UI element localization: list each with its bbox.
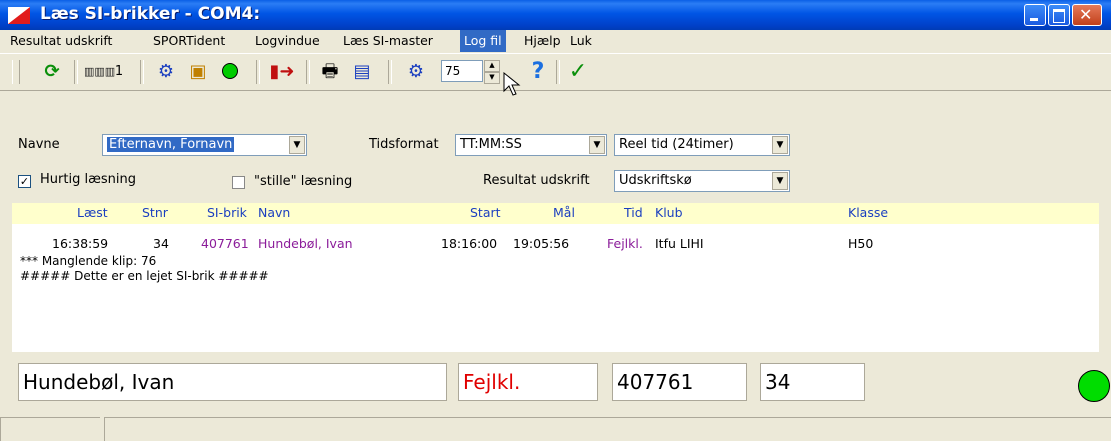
table-header: Læst Stnr SI-brik Navn Start Mål Tid Klu… [12, 203, 1099, 224]
names-value: Efternavn, Fornavn [107, 137, 235, 152]
status-indicator-icon [1078, 370, 1110, 402]
names-combo[interactable]: Efternavn, Fornavn ▼ [102, 134, 307, 156]
close-button[interactable]: ✕ [1072, 4, 1102, 26]
time-mode-combo[interactable]: Reel tid (24timer) ▼ [614, 134, 790, 156]
count-label: 1 [114, 64, 124, 79]
results-list[interactable]: 16:38:59 34 407761 Hundebøl, Ivan 18:16:… [12, 224, 1099, 352]
note-line: ##### Dette er en lejet SI-brik ##### [20, 269, 269, 283]
summary-si: 407761 [612, 363, 747, 401]
si-reader-icon[interactable]: ▥▥▥ [84, 60, 115, 84]
row-finish: 19:05:56 [513, 236, 570, 251]
fast-read-checkbox[interactable]: ✓ [18, 175, 31, 188]
col-club[interactable]: Klub [655, 205, 683, 220]
toolbar-separator [556, 60, 560, 84]
summary-status: Fejlkl. [458, 363, 598, 401]
summary-name: Hundebøl, Ivan [18, 363, 447, 401]
menu-bar: Resultat udskrift SPORTident Logvindue L… [0, 30, 1111, 52]
mouse-cursor-icon [503, 72, 521, 96]
toolbar-grip [12, 60, 20, 84]
print-label: Resultat udskrift [483, 173, 590, 188]
orienteering-logo-icon [8, 7, 30, 24]
refresh-icon[interactable]: ⟳ [40, 60, 64, 84]
row-read-time: 16:38:59 [52, 236, 109, 251]
status-panel [104, 417, 1111, 441]
title-bar: Læs SI-brikker - COM4: ✕ [0, 0, 1111, 30]
print-value: Udskriftskø [619, 173, 692, 188]
chevron-down-icon[interactable]: ▼ [589, 136, 605, 154]
maximize-button[interactable] [1048, 4, 1070, 26]
settings-icon[interactable]: ⚙ [154, 60, 178, 84]
menu-logvindue[interactable]: Logvindue [251, 30, 324, 52]
print-icon[interactable]: 🖶 [318, 60, 342, 84]
print-combo[interactable]: Udskriftskø ▼ [614, 170, 790, 192]
toolbar-separator [306, 60, 310, 84]
col-start[interactable]: Start [470, 205, 501, 220]
window-title: Læs SI-brikker - COM4: [40, 4, 261, 24]
spin-down-icon[interactable]: ▼ [484, 72, 500, 84]
row-start: 18:16:00 [441, 236, 498, 251]
minimize-button[interactable] [1024, 4, 1046, 26]
chevron-down-icon[interactable]: ▼ [772, 172, 788, 190]
menu-sportident[interactable]: SPORTident [149, 30, 229, 52]
status-panel [0, 417, 100, 441]
toolbar-separator [256, 60, 260, 84]
status-bar [0, 414, 1111, 441]
col-finish[interactable]: Mål [553, 205, 575, 220]
menu-laes-si-master[interactable]: Læs SI-master [339, 30, 437, 52]
row-class: H50 [848, 236, 874, 251]
menu-luk[interactable]: Luk [566, 30, 596, 52]
toolbar-separator [74, 60, 78, 84]
note-line: *** Manglende klip: 76 [20, 254, 157, 268]
time-format-label: Tidsformat [369, 137, 439, 152]
toolbar-separator [140, 60, 144, 84]
col-stnr[interactable]: Stnr [142, 205, 168, 220]
toolbar: ⟳ ▥▥▥ 1 ⚙ ▣ ▮➜ 🖶 ▤ ⚙ 75 ▲ ▼ ? ✓ [0, 53, 1111, 96]
time-format-combo[interactable]: TT:MM:SS ▼ [455, 134, 607, 156]
time-mode-value: Reel tid (24timer) [619, 137, 734, 152]
toolbar-separator [388, 60, 392, 84]
summary-stnr: 34 [760, 363, 865, 401]
station-settings-icon[interactable]: ⚙ [404, 60, 428, 84]
col-read[interactable]: Læst [77, 205, 108, 220]
row-si: 407761 [201, 236, 249, 251]
quiet-read-label: "stille" læsning [254, 174, 353, 189]
spin-input[interactable]: 75 [441, 60, 483, 82]
exit-door-icon[interactable]: ▮➜ [268, 60, 296, 84]
print-preview-icon[interactable]: ▤ [350, 60, 374, 84]
printer-port-icon[interactable]: ▣ [186, 60, 210, 84]
row-stnr: 34 [153, 236, 169, 251]
col-time[interactable]: Tid [624, 205, 643, 220]
checkmark-icon[interactable]: ✓ [566, 60, 590, 84]
col-si[interactable]: SI-brik [207, 205, 247, 220]
menu-log-fil[interactable]: Log fil [460, 30, 506, 52]
row-club: Itfu LIHI [655, 236, 704, 251]
col-name[interactable]: Navn [258, 205, 290, 220]
menu-resultat-udskrift[interactable]: Resultat udskrift [6, 30, 116, 52]
col-class[interactable]: Klasse [848, 205, 888, 220]
chevron-down-icon[interactable]: ▼ [289, 136, 305, 154]
help-icon[interactable]: ? [528, 60, 548, 84]
chevron-down-icon[interactable]: ▼ [772, 136, 788, 154]
row-time: Fejlkl. [607, 236, 643, 251]
fast-read-label: Hurtig læsning [40, 172, 136, 187]
spin-up-icon[interactable]: ▲ [484, 60, 500, 72]
spin-buttons[interactable]: ▲ ▼ [484, 60, 500, 84]
names-label: Navne [18, 137, 60, 152]
time-format-value: TT:MM:SS [460, 137, 522, 152]
quiet-read-checkbox[interactable] [232, 176, 245, 189]
green-status-icon[interactable] [218, 60, 242, 84]
row-name: Hundebøl, Ivan [258, 236, 353, 251]
menu-hjaelp[interactable]: Hjælp [520, 30, 565, 52]
